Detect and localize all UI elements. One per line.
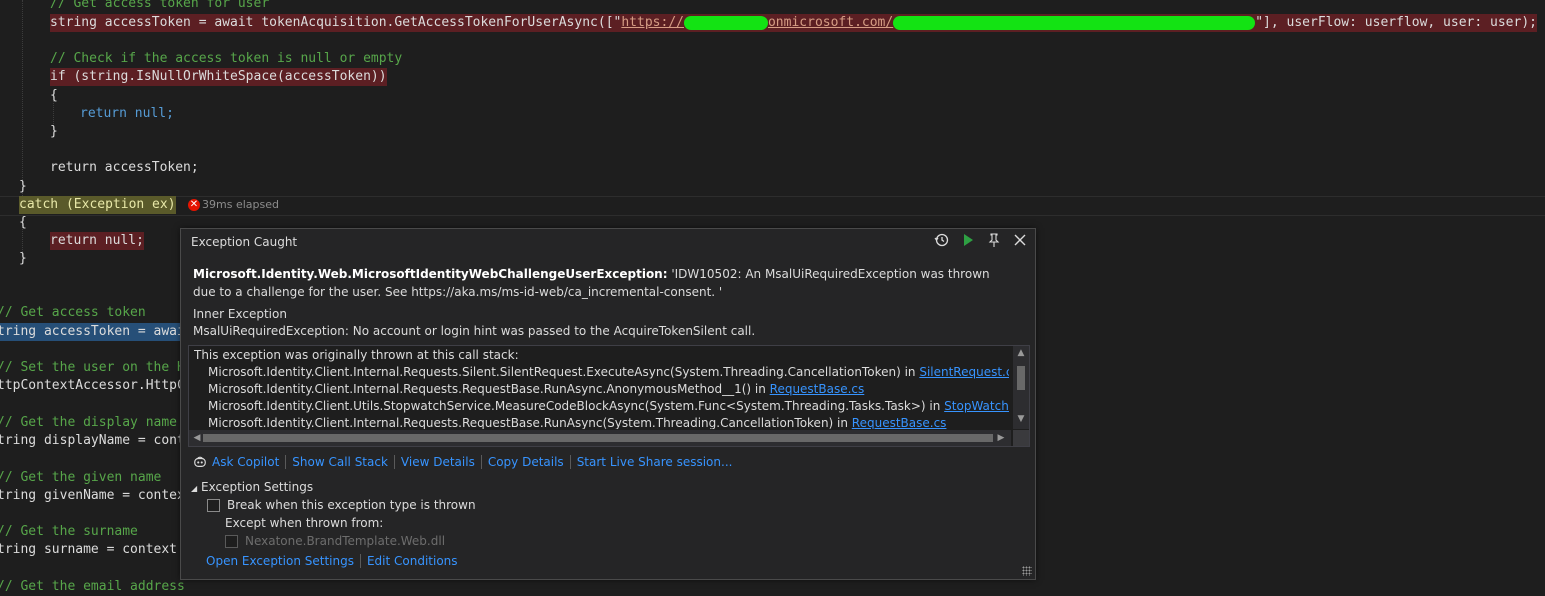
inner-exception-message: MsalUiRequiredException: No account or l…	[193, 324, 756, 338]
live-share-link[interactable]: Start Live Share session...	[577, 455, 733, 469]
exception-message: Microsoft.Identity.Web.MicrosoftIdentity…	[193, 265, 993, 301]
horizontal-scroll-thumb[interactable]	[203, 434, 993, 442]
error-icon: ✕	[188, 199, 200, 211]
elapsed-text: 39ms elapsed	[202, 198, 279, 211]
separator	[285, 455, 287, 469]
code-line: tring displayName = cont	[0, 433, 185, 448]
frame-file-link[interactable]: RequestBase.cs	[770, 382, 865, 396]
frame-text: Microsoft.Identity.Client.Utils.Stopwatc…	[208, 399, 945, 413]
separator	[393, 455, 395, 469]
elapsed-indicator[interactable]: ✕ 39ms elapsed	[188, 197, 279, 213]
code-token-pre: string accessToken = await tokenAcquisit…	[50, 15, 622, 30]
collapse-triangle-icon: ◢	[191, 484, 198, 493]
code-brace: {	[50, 88, 58, 103]
exception-popup[interactable]: Exception Caught Microsoft.Identity.Web.…	[180, 228, 1036, 580]
scroll-right-icon[interactable]: ▶	[993, 431, 1009, 445]
vertical-scrollbar[interactable]: ▲ ▼	[1013, 346, 1029, 429]
code-line-return-null: return null;	[80, 105, 174, 123]
settings-links: Open Exception Settings Edit Conditions	[206, 554, 458, 568]
view-details-link[interactable]: View Details	[401, 455, 475, 469]
code-line: tring surname = context.	[0, 542, 185, 557]
redaction-mark	[683, 15, 768, 30]
code-comment: // Get the display name	[0, 415, 178, 430]
code-line-catch: catch (Exception ex)	[19, 196, 176, 214]
frame-file-link[interactable]: StopWatchService.cs	[944, 399, 1009, 413]
exception-settings-title: Exception Settings	[201, 480, 314, 494]
code-comment: // Get the given name	[0, 470, 162, 485]
code-token-url: https://	[621, 15, 684, 30]
call-stack-frame: Microsoft.Identity.Client.Internal.Reque…	[194, 381, 1009, 398]
call-stack-frame: Microsoft.Identity.Client.Utils.Stopwatc…	[194, 398, 1009, 415]
vertical-scroll-thumb[interactable]	[1017, 366, 1025, 390]
break-checkbox[interactable]	[207, 498, 220, 512]
call-stack-header: This exception was originally thrown at …	[194, 348, 519, 362]
call-stack-content: This exception was originally thrown at …	[194, 347, 1009, 429]
call-stack-box[interactable]: This exception was originally thrown at …	[188, 345, 1030, 447]
pin-icon[interactable]	[985, 232, 1003, 250]
scroll-up-icon[interactable]: ▲	[1013, 346, 1029, 360]
code-line-token: string accessToken = await tokenAcquisit…	[50, 14, 1537, 32]
redaction-mark	[893, 15, 1256, 30]
code-line-return-token: return accessToken;	[50, 160, 199, 175]
frame-text: Microsoft.Identity.Client.Internal.Reque…	[208, 416, 852, 429]
frame-text: Microsoft.Identity.Client.Internal.Reque…	[208, 382, 770, 396]
code-brace: }	[19, 179, 27, 194]
show-call-stack-link[interactable]: Show Call Stack	[292, 455, 388, 469]
code-brace: }	[19, 251, 27, 266]
indent-guide	[22, 0, 23, 196]
code-return: return null;	[80, 106, 174, 121]
code-line: tring givenName = contex	[0, 488, 185, 503]
frame-text: Microsoft.Identity.Client.Internal.Reque…	[208, 365, 920, 379]
frame-file-link[interactable]: RequestBase.cs	[852, 416, 947, 429]
break-label: Break when this exception type is thrown	[227, 498, 476, 512]
edit-conditions-link[interactable]: Edit Conditions	[367, 554, 458, 568]
code-line: tring accessToken = awai	[0, 323, 185, 341]
module-option: Nexatone.BrandTemplate.Web.dll	[225, 534, 445, 548]
popup-actions	[933, 232, 1029, 250]
copy-details-link[interactable]: Copy Details	[488, 455, 564, 469]
resize-grip-icon[interactable]	[1022, 566, 1032, 576]
ask-copilot-link[interactable]: Ask Copilot	[212, 455, 279, 469]
code-comment: // Set the user on the HT	[0, 360, 193, 375]
close-icon[interactable]	[1011, 232, 1029, 250]
scroll-corner	[1013, 430, 1029, 446]
code-comment: // Get the surname	[0, 524, 138, 539]
call-stack-frame: Microsoft.Identity.Client.Internal.Reque…	[194, 364, 1009, 381]
exception-settings-toggle[interactable]: ◢ Exception Settings	[191, 480, 313, 494]
copilot-icon	[194, 456, 206, 467]
code-token-url-domain: onmicrosoft.com/	[767, 15, 894, 30]
exception-type: Microsoft.Identity.Web.MicrosoftIdentity…	[193, 267, 668, 281]
continue-icon[interactable]	[959, 232, 977, 250]
code-line-if: if (string.IsNullOrWhiteSpace(accessToke…	[50, 68, 387, 86]
except-label: Except when thrown from:	[225, 516, 384, 530]
call-stack-frame: Microsoft.Identity.Client.Internal.Reque…	[194, 415, 1009, 429]
code-brace: {	[19, 215, 27, 230]
code-comment: // Get the email address	[0, 579, 185, 594]
code-comment: // Get access token for user	[50, 0, 270, 11]
code-line-return-null-catch: return null;	[50, 232, 144, 250]
inner-exception-title: Inner Exception	[193, 307, 287, 321]
popup-title: Exception Caught	[191, 235, 298, 249]
action-links: Ask Copilot Show Call Stack View Details…	[193, 455, 732, 469]
module-checkbox	[225, 534, 238, 548]
code-token-post: "], userFlow: userflow, user: user);	[1255, 15, 1537, 30]
horizontal-scrollbar[interactable]: ◀ ▶	[189, 430, 1011, 446]
open-exception-settings-link[interactable]: Open Exception Settings	[206, 554, 354, 568]
separator	[569, 455, 571, 469]
separator	[359, 554, 361, 568]
scroll-down-icon[interactable]: ▼	[1013, 412, 1029, 426]
separator	[480, 455, 482, 469]
code-comment: // Check if the access token is null or …	[50, 51, 403, 66]
break-option[interactable]: Break when this exception type is thrown	[207, 498, 476, 512]
except-label-row: Except when thrown from:	[225, 516, 383, 530]
code-comment: // Get access token	[0, 305, 146, 320]
code-brace: }	[50, 124, 58, 139]
module-label: Nexatone.BrandTemplate.Web.dll	[245, 534, 446, 548]
frame-file-link[interactable]: SilentRequest.cs	[919, 365, 1009, 379]
code-line: ttpContextAccessor.HttpC	[0, 378, 185, 393]
history-icon[interactable]	[933, 232, 951, 250]
